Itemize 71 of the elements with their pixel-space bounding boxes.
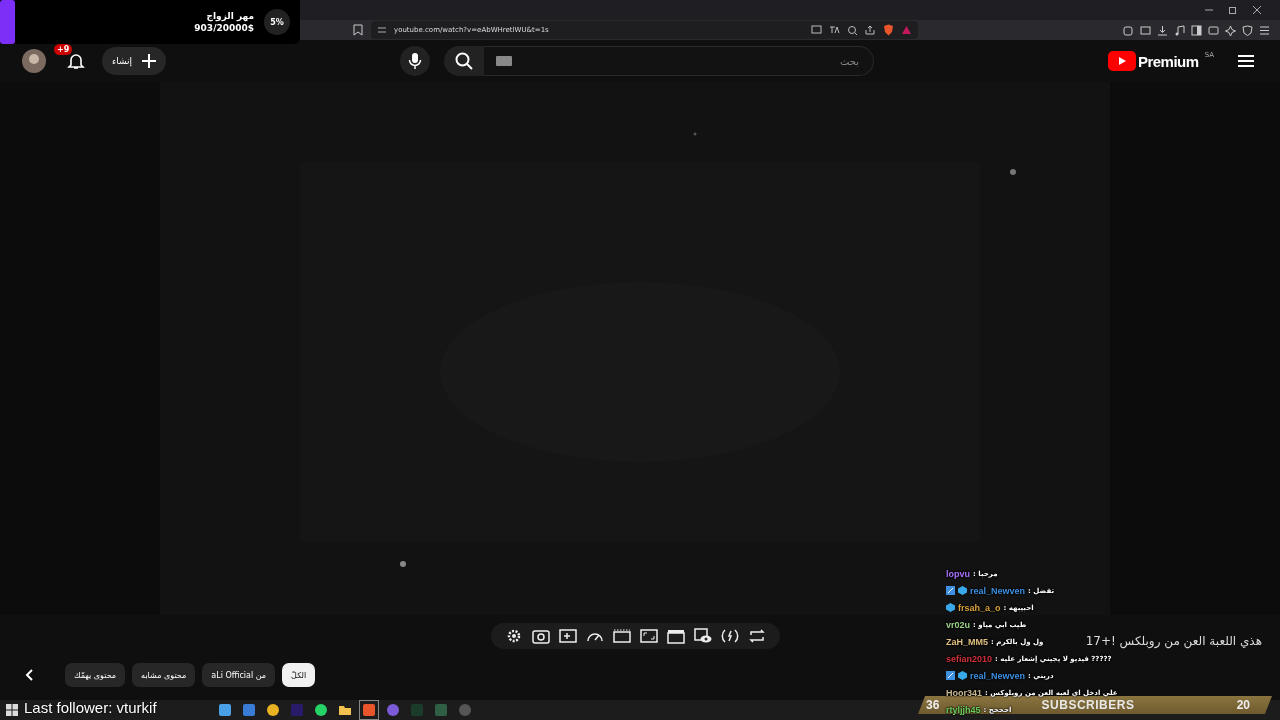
window-icon[interactable] — [1140, 24, 1151, 36]
add-frame-icon[interactable] — [558, 628, 577, 644]
chat-username: vr02u — [946, 619, 971, 630]
search-field[interactable]: بحث — [483, 46, 874, 76]
create-button[interactable]: إنشاء — [102, 47, 166, 75]
menu-icon[interactable] — [1238, 54, 1254, 68]
translate-icon[interactable] — [829, 25, 840, 35]
avatar-icon[interactable] — [22, 49, 46, 73]
chevron-left-icon[interactable] — [25, 669, 33, 681]
play-logo-icon[interactable] — [1107, 51, 1136, 71]
crop-icon[interactable] — [639, 628, 658, 644]
subscriber-goal: 20 — [1236, 698, 1250, 712]
filter-chip[interactable]: محتوى يهمّك — [65, 663, 126, 687]
share-icon[interactable] — [865, 25, 876, 35]
bookmark-icon[interactable] — [353, 24, 363, 36]
last-follower-text: Last follower: vturkif — [24, 699, 157, 716]
chat-bubble-icon[interactable] — [314, 703, 328, 717]
filter-chip[interactable]: محتوى مشابه — [132, 663, 196, 687]
download-icon[interactable] — [1157, 24, 1168, 36]
microphone-icon — [407, 52, 422, 70]
bell-icon[interactable] — [67, 52, 85, 70]
windows-icon[interactable] — [6, 704, 18, 716]
subscriber-count: 36 — [926, 698, 940, 712]
plus-icon — [142, 54, 156, 68]
preview-icon[interactable] — [693, 628, 712, 644]
sparkle-icon[interactable] — [1225, 24, 1236, 36]
camera-icon[interactable] — [531, 628, 550, 644]
app-icon[interactable] — [362, 703, 376, 717]
filter-chip[interactable]: من aLi Official — [202, 663, 276, 687]
clapper-icon[interactable] — [666, 628, 685, 644]
chat-username: rtyljjh45 — [946, 704, 981, 715]
close-icon[interactable] — [1252, 5, 1262, 15]
zoom-icon[interactable] — [847, 24, 858, 36]
shield-icon[interactable] — [1242, 24, 1253, 36]
cast-icon[interactable] — [811, 25, 822, 35]
chat-username: Hoor341 — [946, 687, 982, 698]
goal-percent: 5% — [264, 9, 290, 35]
repeat-icon[interactable] — [747, 628, 766, 644]
chat-username: ZaH_MM5 — [946, 636, 988, 647]
frame-icon[interactable] — [612, 628, 631, 644]
keyboard-icon[interactable] — [495, 56, 512, 66]
goal-amount: 903/20000$ — [194, 23, 254, 33]
search-button[interactable] — [443, 46, 484, 76]
notification-badge: +9 — [54, 44, 73, 55]
microphone-button[interactable] — [399, 46, 430, 76]
cube-icon — [958, 671, 967, 680]
menu-icon[interactable] — [1259, 24, 1270, 36]
triangle-icon[interactable] — [901, 25, 912, 35]
signal-icon[interactable] — [720, 628, 739, 644]
badge-icon — [946, 586, 955, 595]
folder-icon[interactable] — [338, 703, 352, 717]
badge-icon — [946, 671, 955, 680]
sidebar-icon[interactable] — [1191, 24, 1202, 36]
filter-chip[interactable]: الكلّ — [282, 663, 316, 687]
subscribers-label: SUBSCRIBERS — [1041, 698, 1135, 712]
chat-username: real_Newven — [970, 585, 1026, 596]
music-icon[interactable] — [1174, 24, 1185, 36]
chat-username: real_Newven — [970, 670, 1026, 681]
chat-username: frsah_a_o — [958, 602, 1001, 613]
app-icon[interactable] — [386, 703, 400, 717]
chat-username: lopvu — [946, 568, 970, 579]
goal-title: مهر الزواج — [206, 11, 254, 21]
video-card-title: هذي اللعبة العن من روبلكس !+17 — [1085, 634, 1262, 648]
app-icon[interactable] — [242, 703, 256, 717]
app-icon[interactable] — [218, 703, 232, 717]
search-icon — [454, 52, 473, 70]
chat-username: sefian2010 — [946, 653, 993, 664]
circle-icon[interactable] — [266, 703, 280, 717]
shield-icon[interactable] — [883, 24, 894, 36]
restore-icon[interactable] — [1228, 5, 1238, 15]
logo-text[interactable]: Premium — [1137, 52, 1199, 70]
